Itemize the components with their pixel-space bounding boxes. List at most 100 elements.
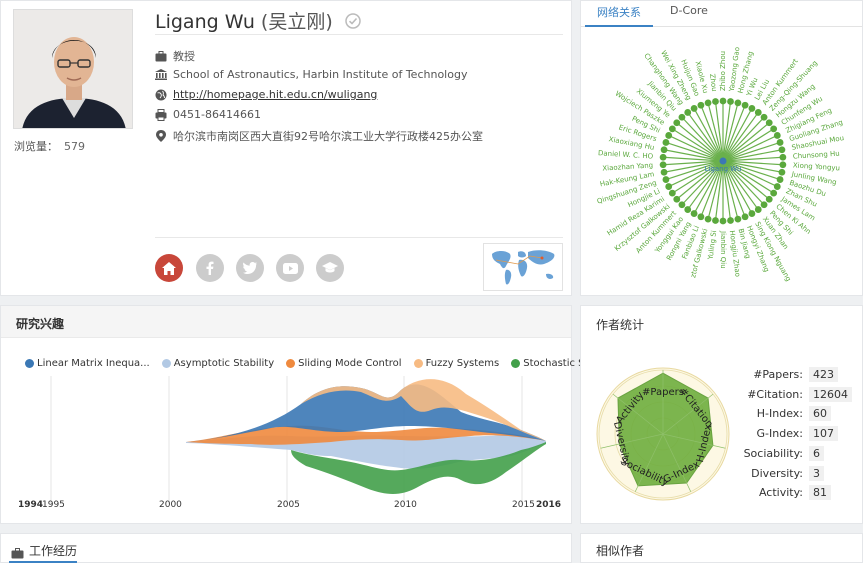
interest-streamgraph[interactable] (1, 376, 573, 516)
network-node[interactable] (779, 161, 787, 169)
network-node-label[interactable]: Chunsong Hu (793, 150, 840, 161)
research-interests-panel: 研究兴趣 Linear Matrix Inequa... Asymptotic S… (0, 305, 621, 524)
network-node[interactable] (662, 176, 670, 183)
network-node[interactable] (776, 139, 784, 146)
network-node[interactable] (673, 119, 681, 127)
network-node[interactable] (765, 195, 773, 203)
network-node[interactable] (690, 210, 698, 217)
network-node[interactable] (776, 176, 784, 183)
coauthor-network-graph[interactable]: Zhibo Zhou Yaozong GaoHong ZhangYi WuLei … (581, 28, 863, 296)
network-node[interactable] (660, 146, 668, 154)
network-node[interactable] (719, 97, 727, 105)
network-node[interactable] (673, 195, 681, 203)
network-node[interactable] (748, 105, 756, 112)
network-node[interactable] (712, 98, 719, 105)
network-node[interactable] (754, 109, 762, 116)
home-button[interactable] (155, 254, 183, 282)
section-title: 相似作者 (596, 544, 645, 558)
network-node[interactable] (754, 206, 762, 213)
world-map-icon (492, 250, 555, 285)
twitter-icon (243, 262, 257, 274)
network-node[interactable] (727, 98, 734, 105)
legend-item[interactable]: Linear Matrix Inequa... (25, 358, 150, 369)
network-node[interactable] (684, 109, 692, 116)
network-center-node[interactable] (719, 157, 727, 165)
year-tick-label: 2005 (277, 500, 300, 510)
network-node[interactable] (684, 206, 692, 213)
network-node[interactable] (778, 146, 786, 154)
stat-row: #Citation: 12604 (731, 386, 859, 402)
network-node[interactable] (704, 99, 712, 107)
network-node[interactable] (741, 213, 749, 221)
network-node-label[interactable]: Daniel W. C. HO (598, 149, 654, 160)
network-node-label[interactable]: Zhibo Zhou (719, 51, 727, 91)
tab-network[interactable]: 网络关系 (597, 4, 641, 20)
stat-value: 60 (809, 406, 831, 422)
network-node[interactable] (690, 105, 698, 112)
network-node[interactable] (697, 213, 705, 221)
network-node[interactable] (659, 153, 667, 161)
network-node[interactable] (665, 183, 673, 190)
world-map-thumbnail[interactable] (483, 243, 563, 291)
network-node[interactable] (697, 101, 705, 109)
stat-label: H-Index: (756, 407, 803, 421)
stat-row: G-Index: 107 (731, 426, 859, 442)
section-title: 工作经历 (29, 544, 78, 558)
network-node[interactable] (719, 217, 727, 225)
facebook-button[interactable] (196, 254, 224, 282)
view-count: 浏览量： 579 (14, 140, 85, 153)
section-header: 研究兴趣 (1, 306, 571, 338)
network-node[interactable] (770, 125, 778, 133)
network-node[interactable] (760, 201, 768, 209)
legend-item[interactable]: Fuzzy Systems (413, 358, 499, 369)
network-node[interactable] (760, 113, 768, 121)
stat-value: 12604 (809, 386, 852, 402)
author-stats-panel: 作者统计 #Papers #Citation H-Index G-Index Socia… (580, 305, 863, 524)
network-node[interactable] (704, 215, 712, 223)
network-node[interactable] (741, 101, 749, 109)
network-node[interactable] (727, 217, 734, 224)
network-node[interactable] (770, 189, 778, 197)
legend-swatch (25, 359, 34, 368)
legend-item[interactable]: Sliding Mode Control (286, 358, 402, 369)
network-node[interactable] (773, 132, 781, 139)
network-node[interactable] (734, 215, 742, 223)
year-tick-label: 1995 (42, 500, 65, 510)
network-node[interactable] (734, 99, 742, 107)
network-node[interactable] (748, 210, 756, 217)
youtube-button[interactable] (276, 254, 304, 282)
network-node[interactable] (712, 217, 719, 224)
stat-value: 423 (809, 367, 838, 382)
network-node[interactable] (662, 139, 670, 146)
divider (155, 237, 563, 238)
institution-icon (155, 69, 167, 81)
home-icon (162, 261, 176, 275)
year-tick-label: 2000 (159, 500, 182, 510)
globe-icon (155, 89, 167, 101)
network-node[interactable] (773, 183, 781, 190)
year-tick-label: 1994 (18, 500, 44, 510)
stat-label: Activity: (758, 486, 803, 500)
network-node[interactable] (668, 125, 676, 133)
similar-authors-panel: 相似作者 (580, 533, 863, 563)
scholar-button[interactable] (316, 254, 344, 282)
network-node[interactable] (678, 113, 686, 121)
legend-item[interactable]: Asymptotic Stability (161, 358, 274, 369)
legend-label: Sliding Mode Control (298, 358, 402, 369)
network-node[interactable] (659, 161, 667, 169)
network-node[interactable] (778, 168, 786, 176)
year-tick-label: 2015 (512, 500, 535, 510)
network-node-label[interactable]: Jianbin Qiu (719, 230, 727, 269)
network-node[interactable] (660, 168, 668, 176)
network-node[interactable] (678, 201, 686, 209)
twitter-button[interactable] (236, 254, 264, 282)
section-title: 研究兴趣 (16, 317, 65, 331)
network-node[interactable] (668, 189, 676, 197)
tab-dcore[interactable]: D-Core (670, 4, 708, 17)
stat-label: Sociability: (743, 446, 803, 460)
homepage-link[interactable]: http://homepage.hit.edu.cn/wuligang (173, 88, 377, 101)
network-node[interactable] (765, 119, 773, 127)
network-node[interactable] (665, 132, 673, 139)
profile-card: 浏览量： 579 Ligang Wu (吴立刚) 教授 School of Ast… (0, 0, 572, 296)
network-node[interactable] (779, 153, 787, 161)
